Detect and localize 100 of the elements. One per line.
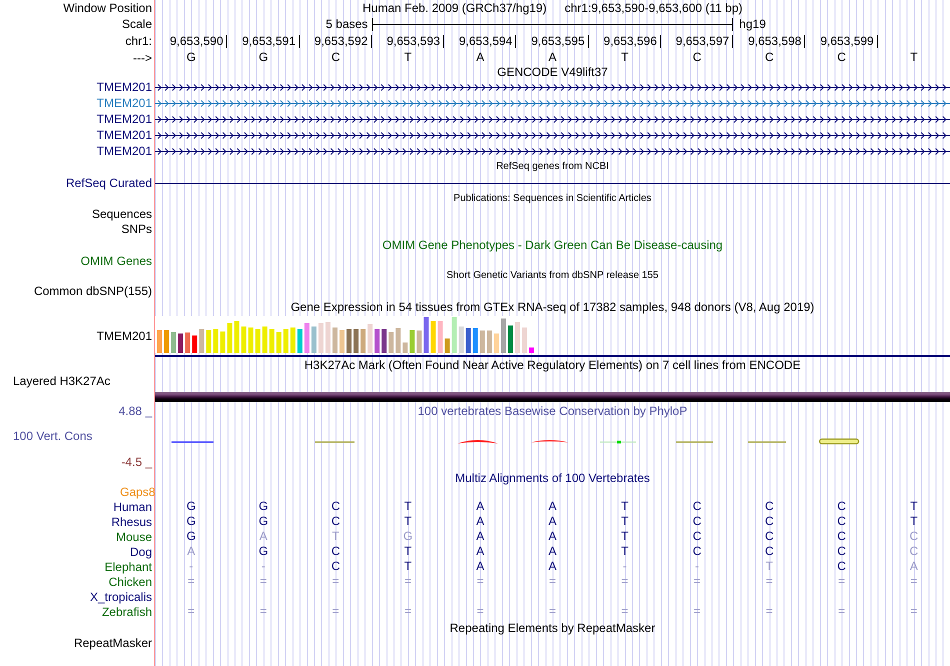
track-label[interactable]: TMEM201 <box>96 329 152 343</box>
aligned-base: T <box>621 530 628 543</box>
aligned-base: = <box>694 605 701 618</box>
gene-feature[interactable] <box>155 132 950 138</box>
coordinate-label: 9,653,599 <box>820 34 874 48</box>
expression-bar <box>220 332 226 353</box>
expression-bar <box>500 318 506 353</box>
aligned-base: = <box>476 605 484 618</box>
track-title: Multiz Alignments of 100 Vertebrates <box>455 471 650 485</box>
expression-bar <box>241 326 246 353</box>
aligned-base: A <box>548 515 556 528</box>
coordinate-label: 9,653,597 <box>676 34 730 48</box>
track-label[interactable]: SNPs <box>121 222 152 236</box>
aligned-base: C <box>764 530 774 543</box>
aligned-base: = <box>260 605 267 618</box>
aligned-base: A <box>187 545 196 558</box>
expression-bar <box>311 326 316 353</box>
expression-bar <box>515 322 520 353</box>
expression-bar <box>424 317 429 353</box>
base-letter: T <box>621 51 628 64</box>
gene-feature[interactable] <box>155 116 950 122</box>
aligned-base: G <box>186 530 196 543</box>
aligned-base: A <box>476 545 484 558</box>
species-label[interactable]: Dog <box>130 544 152 558</box>
expression-bar <box>227 323 232 353</box>
coordinate-label: 9,653,593 <box>386 34 440 48</box>
track-title: Repeating Elements by RepeatMasker <box>450 620 656 634</box>
position-tick <box>370 34 372 48</box>
conservation-mark <box>748 441 786 443</box>
expression-bar <box>276 332 282 353</box>
position-tick <box>660 34 661 48</box>
track-title: OMIM Gene Phenotypes - Dark Green Can Be Disease-causing <box>382 238 723 252</box>
gene-feature[interactable] <box>155 84 950 90</box>
gene-label[interactable]: TMEM201 <box>96 128 152 142</box>
expression-bar <box>283 329 288 353</box>
conservation-mark <box>819 438 860 444</box>
species-label[interactable]: Chicken <box>108 574 152 588</box>
expression-bar <box>382 329 387 353</box>
track-title: Short Genetic Variants from dbSNP release 155 <box>446 270 658 282</box>
aligned-base: = <box>621 575 628 588</box>
expression-bar <box>466 328 471 353</box>
aligned-base: C <box>837 560 846 573</box>
track-label[interactable]: Layered H3K27Ac <box>13 374 110 388</box>
aligned-base: = <box>621 605 628 618</box>
aligned-base: G <box>186 515 196 528</box>
species-label[interactable]: Zebrafish <box>102 604 152 618</box>
track-title: Publications: Sequences in Scientific Articles <box>454 192 652 204</box>
track-label[interactable]: OMIM Genes <box>80 254 152 268</box>
expression-bar <box>332 328 338 353</box>
position-tick <box>298 34 300 48</box>
aligned-base: T <box>621 515 628 528</box>
species-label[interactable]: Rhesus <box>111 514 152 528</box>
aligned-base: C <box>764 515 774 528</box>
base-letter: C <box>331 51 340 64</box>
expression-bar <box>444 338 450 353</box>
aligned-base: A <box>476 560 484 573</box>
coordinate-label: 9,653,590 <box>170 34 224 48</box>
gene-feature[interactable] <box>155 148 950 154</box>
aligned-base: C <box>331 500 340 513</box>
track-label[interactable]: 100 Vert. Cons <box>13 429 92 443</box>
gene-label[interactable]: TMEM201 <box>96 80 152 94</box>
track-label[interactable]: RefSeq Curated <box>66 176 152 190</box>
expression-bar <box>508 326 513 353</box>
window-position-label: Window Position <box>63 1 152 15</box>
gene-label[interactable]: TMEM201 <box>96 144 152 158</box>
expression-bar <box>374 329 380 353</box>
track-title: H3K27Ac Mark (Often Found Near Active Regulatory Elements) on 7 cell lines from ENCODE <box>304 358 801 372</box>
species-label[interactable]: Mouse <box>116 530 152 544</box>
aligned-base: C <box>692 500 702 513</box>
track-title: GENCODE V49lift37 <box>497 65 608 79</box>
expression-bar <box>472 328 478 353</box>
track-label[interactable]: Common dbSNP(155) <box>34 284 152 298</box>
aligned-base: = <box>260 575 267 588</box>
position-tick <box>515 34 516 48</box>
aligned-base: C <box>692 545 702 558</box>
expression-bar <box>213 329 218 353</box>
aligned-base: C <box>837 545 846 558</box>
coordinate-label: 9,653,596 <box>604 34 657 48</box>
gene-label[interactable]: TMEM201 <box>96 96 152 110</box>
track-label[interactable]: RepeatMasker <box>74 636 152 650</box>
track-label[interactable]: Sequences <box>92 206 152 220</box>
species-label[interactable]: Human <box>113 500 152 514</box>
aligned-base: A <box>476 530 484 543</box>
position-text: chr1:9,653,590-9,653,600 (11 bp) <box>564 1 743 15</box>
aligned-base: G <box>258 515 268 528</box>
gene-label[interactable]: TMEM201 <box>96 112 152 126</box>
aligned-base: - <box>695 560 700 573</box>
expression-bar <box>388 332 394 353</box>
expression-bar <box>346 329 352 353</box>
scale-label: Scale <box>122 17 152 31</box>
axis-max-label: 4.88 _ <box>118 404 152 418</box>
aligned-base: G <box>186 500 196 513</box>
expression-bar <box>164 330 170 353</box>
species-label[interactable]: X_tropicalis <box>90 590 152 604</box>
aligned-base: = <box>766 605 773 618</box>
aligned-base: T <box>404 500 412 513</box>
conservation-mark <box>531 440 568 442</box>
species-label[interactable]: Elephant <box>104 560 152 574</box>
aligned-base: = <box>404 575 412 588</box>
conservation-mark <box>600 440 636 444</box>
